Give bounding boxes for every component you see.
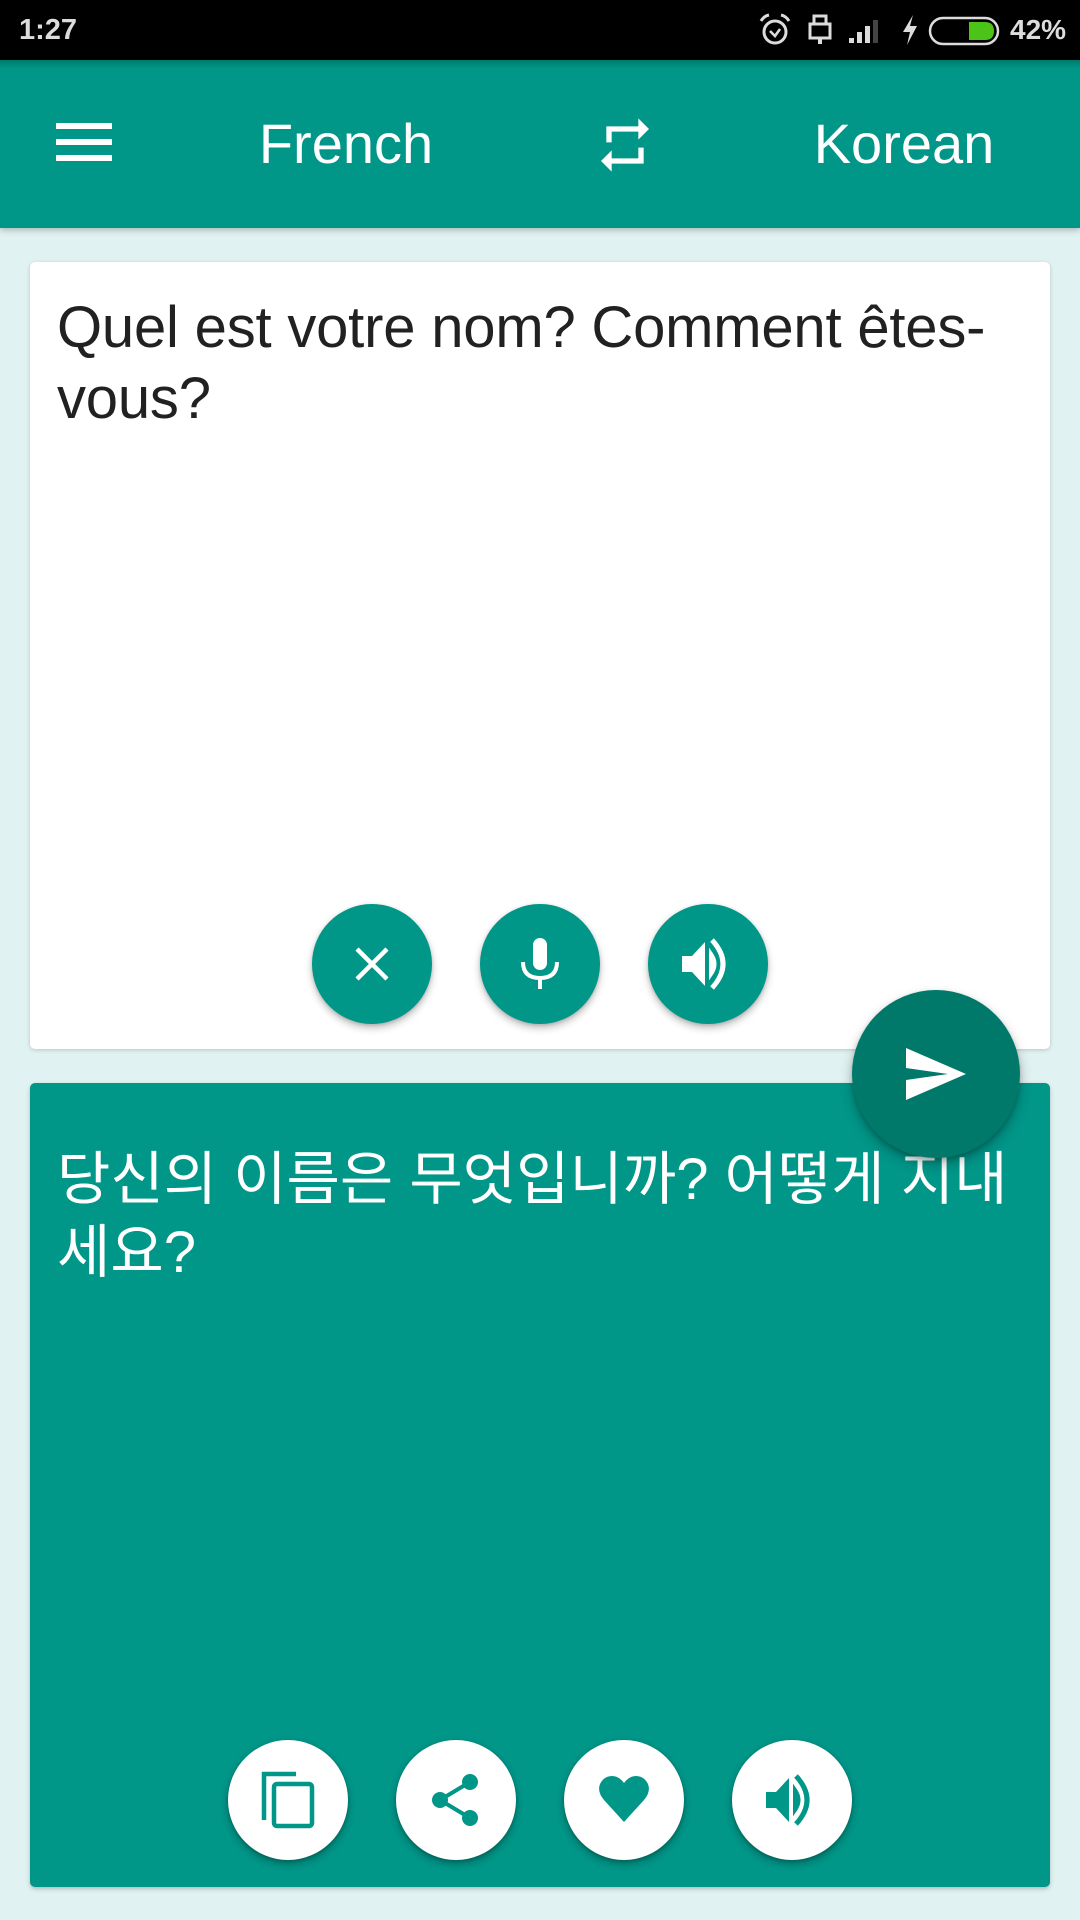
swap-languages-button[interactable] — [585, 105, 665, 185]
share-icon — [432, 1774, 478, 1826]
source-language-selector[interactable]: French — [214, 108, 478, 180]
misspelled-word: Quel — [57, 295, 179, 360]
status-time: 1:27 — [19, 14, 78, 46]
clear-button[interactable] — [312, 904, 432, 1024]
heart-icon — [599, 1776, 649, 1822]
menu-button[interactable] — [40, 104, 128, 184]
hamburger-menu-icon — [56, 155, 112, 161]
speak-source-button[interactable] — [648, 904, 768, 1024]
app-bar: French Korean — [0, 60, 1080, 228]
favorite-button[interactable] — [564, 1740, 684, 1860]
speaker-icon — [766, 1774, 810, 1826]
misspelled-word: votre — [287, 295, 416, 360]
alarm-icon — [759, 13, 791, 45]
close-icon — [355, 947, 389, 981]
speak-translation-button[interactable] — [732, 1740, 852, 1860]
translated-text: 당신의 이름은 무엇입니까? 어떻게 지내세요? — [57, 1147, 1008, 1285]
status-bar: 1:27 42% — [0, 0, 1080, 60]
copy-icon — [261, 1771, 315, 1829]
battery-icon — [928, 16, 1000, 46]
speaker-icon — [682, 938, 726, 990]
text-segment: ? Comment — [543, 295, 858, 360]
translate-button[interactable] — [852, 990, 1020, 1158]
misspelled-word: êtes- — [857, 295, 986, 360]
misspelled-word: vous — [57, 366, 179, 431]
hamburger-menu-icon — [56, 139, 112, 145]
send-icon — [906, 1048, 966, 1100]
charging-icon — [903, 15, 917, 45]
battery-percent: 42% — [1010, 14, 1067, 45]
text-segment — [415, 295, 431, 360]
signal-icon — [849, 20, 878, 43]
voice-input-button[interactable] — [480, 904, 600, 1024]
usb-lock-icon — [808, 14, 832, 44]
source-text-input[interactable]: Quel est votre nom? Comment êtes-vous? — [57, 292, 1047, 434]
hamburger-menu-icon — [56, 123, 112, 129]
text-segment: ? — [178, 366, 211, 431]
text-segment: est — [178, 295, 288, 360]
target-language-selector[interactable]: Korean — [770, 108, 1038, 180]
output-card: 당신의 이름은 무엇입니까? 어떻게 지내세요? — [30, 1083, 1050, 1887]
share-button[interactable] — [396, 1740, 516, 1860]
input-card: Quel est votre nom? Comment êtes-vous? — [30, 262, 1050, 1049]
microphone-icon — [521, 938, 559, 989]
swap-languages-icon — [601, 118, 649, 172]
misspelled-word: nom — [431, 295, 544, 360]
copy-button[interactable] — [228, 1740, 348, 1860]
